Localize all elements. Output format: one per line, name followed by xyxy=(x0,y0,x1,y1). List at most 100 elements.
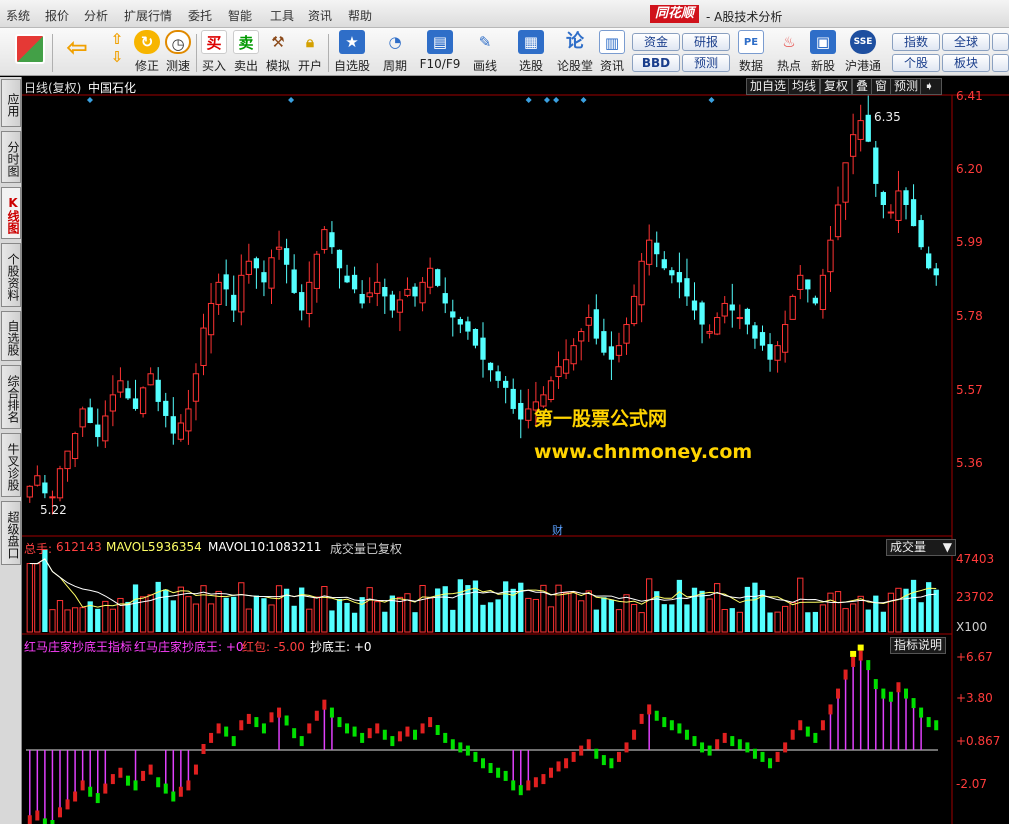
volume-bar xyxy=(359,597,365,632)
forecast-button[interactable]: 预测 xyxy=(682,54,730,72)
research-button[interactable]: 研报 xyxy=(682,33,730,51)
volume-selector[interactable]: 成交量 ▼ xyxy=(886,539,956,556)
multi-window-button[interactable] xyxy=(12,34,48,78)
adjust-button[interactable]: 复权 xyxy=(820,78,853,95)
draw-line-button[interactable]: ✎ 画线 xyxy=(466,30,504,74)
sector-button[interactable]: 板块 xyxy=(942,54,990,72)
volume-bar xyxy=(56,600,64,633)
tab-ranking[interactable]: 综合排名 xyxy=(1,365,21,429)
indicator-segment xyxy=(594,748,599,759)
period-label: 周期 xyxy=(382,59,407,73)
buy-button[interactable]: 买 买入 xyxy=(200,30,228,74)
candle-body xyxy=(125,388,131,399)
data-button[interactable]: PE 数据 xyxy=(736,30,766,74)
stock-picker-button[interactable]: ▦ 选股 xyxy=(510,30,552,74)
candle-body xyxy=(261,272,267,283)
indicator-help-button[interactable]: 指标说明 xyxy=(890,637,947,654)
menu-help[interactable]: 帮助 xyxy=(348,7,372,24)
event-diamond-marker[interactable] xyxy=(580,97,587,103)
window-button[interactable]: 窗 xyxy=(871,78,892,95)
volume-bar xyxy=(366,587,373,633)
menu-trade[interactable]: 委托 xyxy=(188,7,212,24)
sell-button[interactable]: 卖 卖出 xyxy=(232,30,260,74)
menu-analysis[interactable]: 分析 xyxy=(84,7,108,24)
new-stock-button[interactable]: ▣ 新股 xyxy=(808,30,838,74)
indicator-segment xyxy=(896,682,901,693)
menu-quote[interactable]: 报价 xyxy=(45,7,69,24)
hk-connect-button[interactable]: SSE 沪港通 xyxy=(842,30,884,74)
candle-body xyxy=(615,345,623,356)
menu-tools[interactable]: 工具 xyxy=(270,7,294,24)
indicator-segment xyxy=(345,723,350,734)
tab-intraday[interactable]: 分时图 xyxy=(1,131,21,183)
candle-body xyxy=(313,253,320,289)
bbd-button[interactable]: BBD xyxy=(632,54,680,72)
correct-label: 修正 xyxy=(134,59,159,73)
kline-chart-canvas[interactable] xyxy=(22,77,1009,824)
correct-button[interactable]: ↻ 修正 xyxy=(133,30,161,74)
candle-body xyxy=(699,302,705,325)
back-button[interactable]: ⇦ xyxy=(60,35,94,80)
candle-body xyxy=(155,379,161,402)
volume-bar xyxy=(291,605,297,632)
overlay-button[interactable]: 叠 xyxy=(852,78,873,95)
toolbar-more-button-2[interactable] xyxy=(992,54,1009,72)
event-diamond-marker[interactable] xyxy=(86,97,93,103)
f10-button[interactable]: ▤ F10/F9 xyxy=(418,30,462,74)
event-diamond-marker[interactable] xyxy=(708,97,715,103)
toolbar-more-button[interactable] xyxy=(992,33,1009,51)
candle-body xyxy=(351,274,358,290)
candle-body xyxy=(366,292,373,298)
candle-body xyxy=(842,162,849,203)
moving-average-button[interactable]: 均线 xyxy=(788,78,821,95)
tab-apps[interactable]: 应用 xyxy=(1,79,21,127)
volume-bar xyxy=(578,600,585,633)
tab-kline[interactable]: K线图 xyxy=(1,187,21,239)
indicator-segment xyxy=(420,723,425,734)
financial-event-marker[interactable]: 财 xyxy=(552,522,563,538)
indicator-segment xyxy=(156,777,161,788)
news-button[interactable]: ▥ 资讯 xyxy=(598,30,626,74)
sell-label: 卖出 xyxy=(233,59,258,73)
candle-body xyxy=(87,407,93,423)
menu-extended[interactable]: 扩展行情 xyxy=(124,7,172,24)
open-account-button[interactable]: 🔒︎ 开户 xyxy=(296,30,324,74)
menu-smart[interactable]: 智能 xyxy=(228,7,252,24)
add-watchlist-button[interactable]: 加自选 xyxy=(746,78,791,95)
indicator-line3: 抄底王: +0 xyxy=(310,640,372,654)
tab-watchlist[interactable]: 自选股 xyxy=(1,311,21,361)
single-stock-button[interactable]: 个股 xyxy=(892,54,940,72)
simulate-button[interactable]: ⚒ 模拟 xyxy=(264,30,292,74)
tab-profile[interactable]: 个股资料 xyxy=(1,243,21,307)
indicator-axis-label: +3.80 xyxy=(956,691,993,705)
event-diamond-marker[interactable] xyxy=(288,97,295,103)
event-diamond-marker[interactable] xyxy=(553,97,560,103)
global-button[interactable]: 全球 xyxy=(942,33,990,51)
indicator-segment xyxy=(526,780,531,791)
indicator-segment xyxy=(836,688,841,699)
kline-chart-area[interactable]: 日线(复权) 中国石化 加自选 均线 复权 叠 窗 预测 ➧ 6.41 6.20… xyxy=(22,77,1009,824)
tab-diagnosis[interactable]: 牛叉诊股 xyxy=(1,433,21,497)
watchlist-button[interactable]: ★ 自选股 xyxy=(332,30,372,74)
menu-system[interactable]: 系统 xyxy=(6,7,30,24)
draw-line-label: 画线 xyxy=(472,59,497,73)
indicator-segment xyxy=(473,751,478,762)
forecast-toggle-button[interactable]: 预测 xyxy=(890,78,923,95)
index-button[interactable]: 指数 xyxy=(892,33,940,51)
speed-test-button[interactable]: ◷ 测速 xyxy=(164,30,192,74)
event-diamond-marker[interactable] xyxy=(543,97,550,103)
volume-bar xyxy=(895,587,902,633)
event-diamond-marker[interactable] xyxy=(525,97,532,103)
volume-bar xyxy=(789,602,796,633)
collapse-panel-button[interactable]: ➧ xyxy=(920,78,942,95)
menu-news[interactable]: 资讯 xyxy=(308,7,332,24)
forum-button[interactable]: 论 论股堂 xyxy=(556,30,594,74)
updown-button[interactable]: ⇧ ⇩ xyxy=(102,30,132,74)
candle-body xyxy=(555,366,562,378)
hotspot-button[interactable]: ♨ 热点 xyxy=(774,30,804,74)
tab-super-panel[interactable]: 超级盘口 xyxy=(1,501,21,565)
period-button[interactable]: ◔ 周期 xyxy=(376,30,414,74)
high-price-label: 6.35 xyxy=(874,110,901,124)
candle-body xyxy=(457,319,463,325)
fund-button[interactable]: 资金 xyxy=(632,33,680,51)
